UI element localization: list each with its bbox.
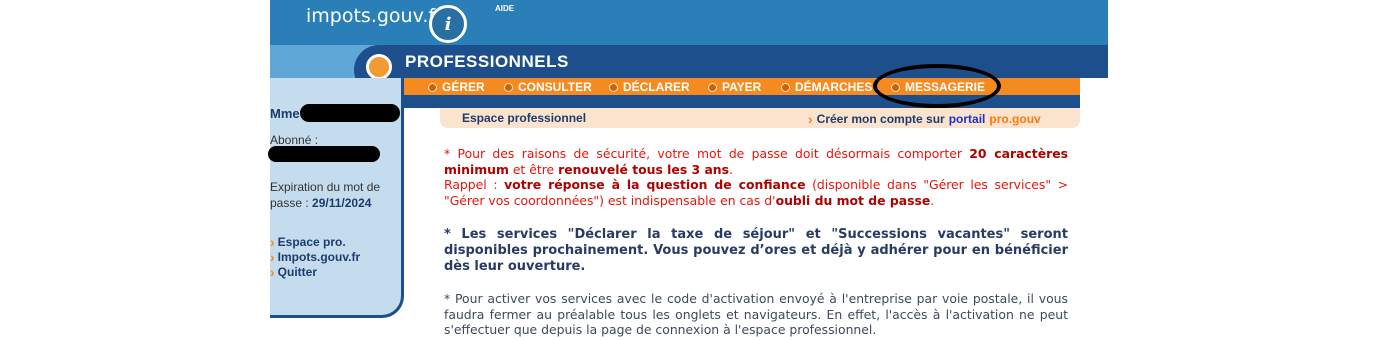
sidebar-link-espace-pro[interactable]: › Espace pro. bbox=[270, 234, 346, 250]
bullet-icon bbox=[504, 82, 513, 92]
annotation-circle bbox=[873, 64, 1001, 108]
chevron-right-icon: › bbox=[270, 234, 275, 250]
expiration-date: 29/11/2024 bbox=[312, 196, 372, 210]
security-notice: * Pour des raisons de sécurité, votre mo… bbox=[444, 146, 1069, 208]
help-link[interactable]: AIDE bbox=[495, 4, 514, 13]
nav-payer[interactable]: PAYER bbox=[708, 80, 761, 94]
expiration-line1: Expiration du mot de bbox=[270, 180, 381, 194]
create-account-link[interactable]: › Créer mon compte sur portail pro.gouv bbox=[808, 111, 1041, 127]
nav-gerer[interactable]: GÉRER bbox=[428, 80, 485, 94]
subscriber-label: Abonné : bbox=[270, 133, 319, 147]
orange-ball-icon bbox=[366, 54, 392, 80]
info-logo-icon: i bbox=[429, 5, 467, 43]
expiration-line2: passe : 29/11/2024 bbox=[270, 196, 372, 210]
redacted-name bbox=[300, 104, 400, 122]
nav-consulter[interactable]: CONSULTER bbox=[504, 80, 592, 94]
sidebar-link-quitter[interactable]: › Quitter bbox=[270, 264, 317, 280]
user-title: Mme bbox=[270, 106, 300, 121]
chevron-right-icon: › bbox=[808, 111, 813, 127]
bullet-icon bbox=[781, 82, 790, 92]
chevron-right-icon: › bbox=[270, 264, 275, 280]
bullet-icon bbox=[708, 82, 717, 92]
redacted-subscriber bbox=[268, 146, 380, 162]
activation-notice: * Pour activer vos services avec le code… bbox=[444, 291, 1068, 337]
nav-declarer[interactable]: DÉCLARER bbox=[609, 80, 690, 94]
sidebar-link-impots[interactable]: › Impots.gouv.fr bbox=[270, 249, 360, 265]
services-notice: * Les services "Déclarer la taxe de séjo… bbox=[444, 227, 1068, 274]
bullet-icon bbox=[428, 82, 437, 92]
chevron-right-icon: › bbox=[270, 249, 275, 265]
site-logo[interactable]: impots.gouv.fr bbox=[306, 5, 443, 27]
nav-demarches[interactable]: DÉMARCHES bbox=[781, 80, 872, 94]
section-title: PROFESSIONNELS bbox=[405, 52, 569, 71]
bullet-icon bbox=[609, 82, 618, 92]
breadcrumb: Espace professionnel bbox=[462, 111, 587, 125]
